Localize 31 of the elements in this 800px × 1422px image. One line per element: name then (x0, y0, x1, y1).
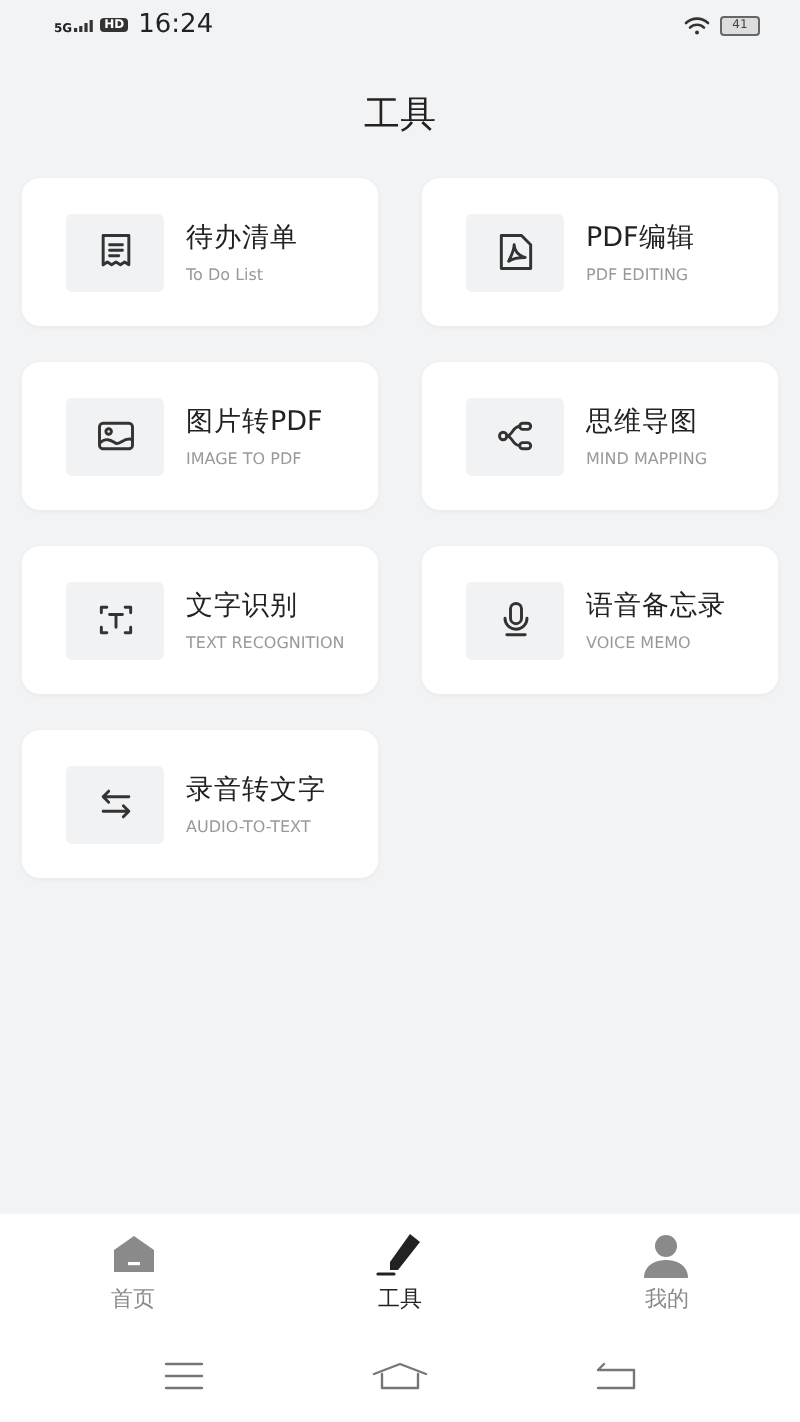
tool-card[interactable]: 文字识别 TEXT RECOGNITION (22, 546, 378, 694)
tool-title: 待办清单 (186, 220, 298, 256)
tool-title: 思维导图 (586, 404, 700, 440)
page-title: 工具 (362, 92, 438, 140)
tool-card[interactable]: PDF编辑 PDF EDITING (422, 178, 778, 326)
tool-card[interactable]: 语音备忘录 VOICE MEMO (422, 546, 778, 694)
signal-icon (74, 18, 95, 32)
tool-card[interactable]: 待办清单 To Do List (22, 178, 378, 326)
tool-subtitle: AUDIO-TO-TEXT (186, 818, 313, 836)
tool-subtitle: TEXT RECOGNITION (186, 634, 345, 652)
tab[interactable]: 工具 (339, 1231, 460, 1313)
tool-subtitle: To Do List (186, 266, 266, 284)
clock-time: 16:24 (138, 10, 214, 40)
tool-title: 录音转文字 (186, 772, 326, 808)
tool-title: 图片转PDF (186, 404, 323, 440)
tool-subtitle: MIND MAPPING (586, 450, 708, 468)
menu-icon (164, 1362, 204, 1390)
tool-card[interactable]: 图片转PDF IMAGE TO PDF (22, 362, 378, 510)
tool-card[interactable]: 录音转文字 AUDIO-TO-TEXT (22, 730, 378, 878)
wifi-icon (684, 15, 710, 35)
tool-title: 文字识别 (186, 588, 300, 624)
tool-card[interactable]: 思维导图 MIND MAPPING (422, 362, 778, 510)
tool-title: 语音备忘录 (586, 588, 726, 624)
tool-subtitle: VOICE MEMO (586, 634, 693, 652)
home-outline-icon (372, 1362, 428, 1390)
tool-title: PDF编辑 (586, 220, 695, 256)
pen-icon (375, 1231, 424, 1279)
tool-subtitle: IMAGE TO PDF (186, 450, 304, 468)
tool-subtitle: PDF EDITING (586, 266, 691, 284)
person-icon (642, 1231, 691, 1279)
back-icon (596, 1362, 636, 1390)
